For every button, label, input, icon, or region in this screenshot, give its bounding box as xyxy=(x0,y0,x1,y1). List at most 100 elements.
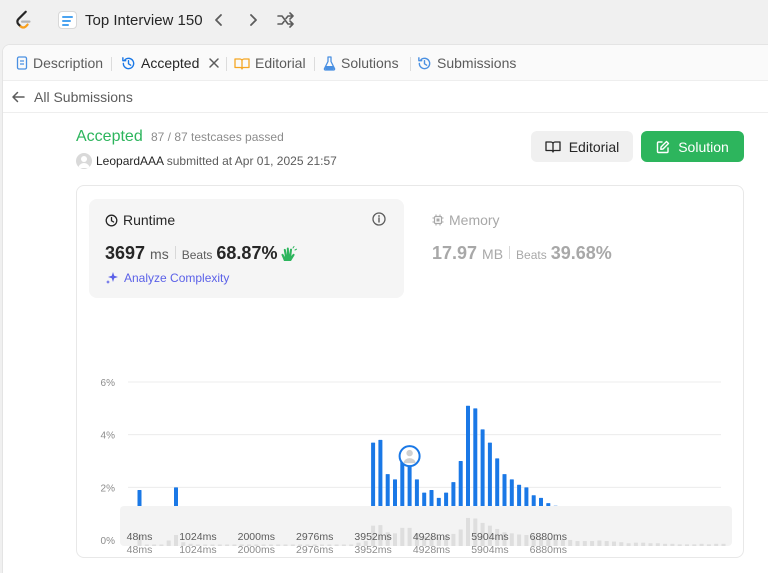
avatar[interactable] xyxy=(76,153,92,169)
shuffle-icon xyxy=(277,12,294,28)
overview-bar xyxy=(393,533,397,546)
top-bar: Top Interview 150 xyxy=(0,0,768,40)
tab-submissions[interactable]: Submissions xyxy=(417,54,516,72)
overview-bar xyxy=(458,529,463,546)
tab-accepted-label: Accepted xyxy=(141,55,200,71)
tab-editorial-label: Editorial xyxy=(255,55,306,71)
tab-description[interactable]: Description xyxy=(16,54,103,72)
overview-bar xyxy=(451,533,456,546)
back-to-submissions[interactable]: All Submissions xyxy=(3,81,768,113)
overview-bar xyxy=(706,544,711,546)
overview-bar xyxy=(152,544,157,546)
analyze-complexity-button[interactable]: Analyze Complexity xyxy=(105,271,229,285)
runtime-title-label: Runtime xyxy=(123,212,176,228)
memory-value: 17.97 xyxy=(432,243,478,263)
memory-title-label: Memory xyxy=(449,212,500,228)
overview-bar xyxy=(217,544,222,546)
overview-bar xyxy=(320,544,324,546)
tab-separator xyxy=(226,57,227,71)
overview-bar xyxy=(524,535,529,546)
solution-button-label: Solution xyxy=(678,138,729,155)
overview-bar xyxy=(648,543,653,546)
arrow-left-icon[interactable] xyxy=(11,90,25,104)
overview-bar xyxy=(349,544,354,546)
tab-solutions[interactable]: Solutions xyxy=(323,54,399,72)
overview-x-tick-label: 2976ms xyxy=(296,531,333,543)
overview-bar xyxy=(568,539,573,546)
submission-panel: Description Accepted Editorial Solutions… xyxy=(2,44,768,573)
overview-x-tick-label: 6880ms xyxy=(530,531,567,543)
runtime-value: 3697 xyxy=(105,243,146,263)
overview-bar xyxy=(626,543,631,546)
back-label[interactable]: All Submissions xyxy=(34,89,133,105)
problem-list-icon[interactable] xyxy=(58,11,77,29)
overview-bar xyxy=(203,544,208,546)
overview-bar xyxy=(312,544,317,546)
overview-bar xyxy=(188,543,193,546)
overview-bar xyxy=(298,544,303,546)
overview-bar xyxy=(466,517,470,546)
y-tick-label: 2% xyxy=(101,483,116,494)
runtime-unit: ms xyxy=(150,246,169,262)
prev-problem-button[interactable] xyxy=(209,10,229,30)
username-link[interactable]: LeopardAAA xyxy=(96,154,163,168)
tab-separator xyxy=(410,57,411,71)
problem-list-title[interactable]: Top Interview 150 xyxy=(85,12,203,29)
status-label: Accepted xyxy=(76,128,143,145)
overview-bar xyxy=(341,544,346,546)
submission-info: LeopardAAA submitted at Apr 01, 2025 21:… xyxy=(96,154,337,168)
tab-solutions-label: Solutions xyxy=(341,55,399,71)
memory-title: Memory xyxy=(432,212,500,228)
overview-bar xyxy=(283,544,288,546)
runtime-box[interactable]: Runtime 3697 ms Beats 68.87% Analyze Com… xyxy=(89,199,404,298)
tab-submissions-label: Submissions xyxy=(437,55,517,71)
overview-bar xyxy=(268,544,273,546)
overview-x-tick-label: 4928ms xyxy=(413,531,450,543)
testcases-passed: 87 / 87 testcases passed xyxy=(151,130,284,144)
overview-bar xyxy=(290,544,295,546)
overview-bar xyxy=(509,533,514,546)
runtime-stats: 3697 ms Beats 68.87% xyxy=(105,243,298,264)
user-avatar-head xyxy=(406,449,413,457)
runtime-beats-value: 68.87% xyxy=(216,243,278,263)
overview-bar xyxy=(159,544,164,546)
overview-bar xyxy=(327,544,332,546)
edit-icon xyxy=(657,140,670,153)
memory-box[interactable]: Memory 17.97 MB Beats 39.68% xyxy=(417,199,717,298)
tab-accepted[interactable]: Accepted xyxy=(121,54,221,72)
overview-x-tick-label: 3952ms xyxy=(354,531,391,543)
document-icon xyxy=(16,56,28,70)
solution-button[interactable]: Solution xyxy=(641,131,744,162)
overview-bar xyxy=(685,544,689,546)
memory-beats-value: 39.68% xyxy=(550,243,612,263)
tab-editorial[interactable]: Editorial xyxy=(234,54,306,72)
overview-bar xyxy=(254,544,259,546)
next-problem-button[interactable] xyxy=(243,10,263,30)
leetcode-logo-icon[interactable] xyxy=(12,9,34,31)
info-icon[interactable] xyxy=(372,212,386,226)
overview-bar xyxy=(166,540,171,546)
divider xyxy=(174,246,176,259)
close-icon[interactable] xyxy=(207,56,221,70)
performance-card: Runtime 3697 ms Beats 68.87% Analyze Com… xyxy=(76,185,744,558)
overview-bar xyxy=(232,544,237,546)
overview-x-tick-label: 48ms xyxy=(127,531,153,543)
editorial-button[interactable]: Editorial xyxy=(531,131,633,162)
shuffle-button[interactable] xyxy=(276,10,296,30)
tab-separator xyxy=(111,57,112,71)
tab-separator xyxy=(314,57,315,71)
clock-icon xyxy=(105,214,118,226)
overview-brush[interactable]: 48ms 1024ms 2000ms 2976ms 3952ms 4928ms 5904ms… xyxy=(120,506,732,546)
overview-x-tick-label: 1024ms xyxy=(179,531,216,543)
analyze-complexity-label: Analyze Complexity xyxy=(124,271,230,285)
book-icon xyxy=(234,57,250,70)
memory-stats: 17.97 MB Beats 39.68% xyxy=(432,243,612,264)
history-icon xyxy=(122,56,135,69)
overview-bar xyxy=(612,541,616,546)
overview-bar xyxy=(305,544,310,546)
tab-bar: Description Accepted Editorial Solutions… xyxy=(3,45,768,81)
overview-bar xyxy=(619,542,624,546)
overview-bar xyxy=(677,544,682,546)
chip-icon xyxy=(432,214,444,226)
overview-bar xyxy=(174,535,178,546)
